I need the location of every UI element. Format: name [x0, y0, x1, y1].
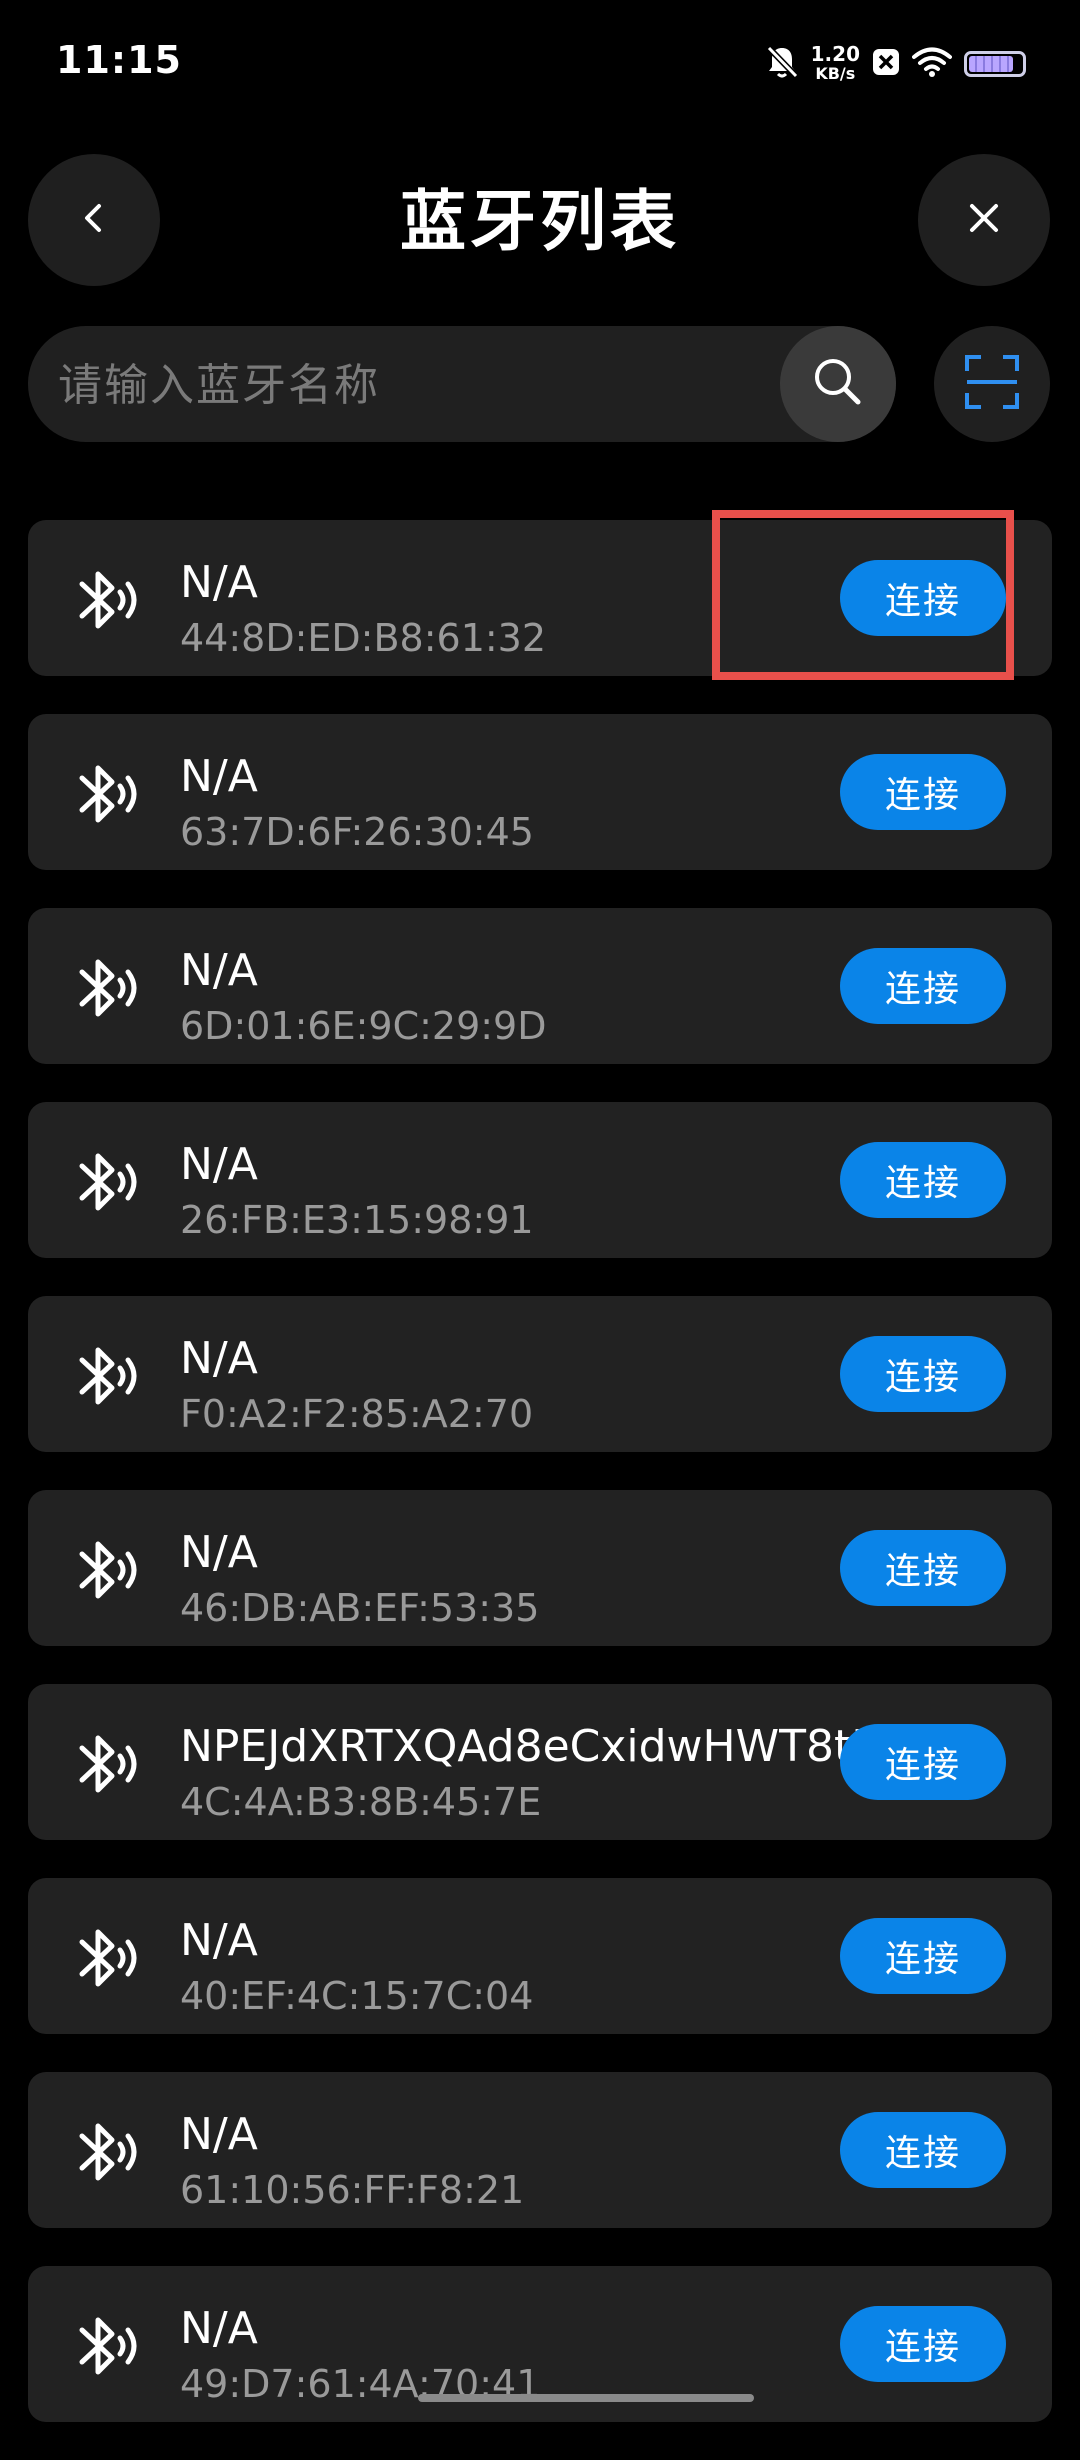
scan-button[interactable]: [934, 326, 1050, 442]
device-card[interactable]: N/A 44:8D:ED:B8:61:32 连接: [28, 520, 1052, 676]
connect-button[interactable]: 连接: [840, 2306, 1006, 2382]
status-icons: 1.20 KB/s: [765, 40, 1026, 88]
device-card[interactable]: N/A 63:7D:6F:26:30:45 连接: [28, 714, 1052, 870]
network-speed-value: 1.20: [810, 42, 860, 66]
scan-icon: [963, 353, 1021, 415]
connect-button[interactable]: 连接: [840, 1336, 1006, 1412]
search-icon: [808, 352, 868, 416]
connect-button[interactable]: 连接: [840, 560, 1006, 636]
device-name: N/A: [180, 557, 258, 608]
bluetooth-icon: [68, 560, 148, 640]
device-mac-address: 61:10:56:FF:F8:21: [180, 2168, 525, 2212]
bluetooth-icon: [68, 1918, 148, 1998]
search-bar: [28, 326, 896, 444]
device-name: N/A: [180, 945, 258, 996]
close-box-icon: [872, 47, 900, 81]
bluetooth-icon: [68, 2112, 148, 2192]
device-mac-address: 40:EF:4C:15:7C:04: [180, 1974, 534, 2018]
device-card[interactable]: N/A 61:10:56:FF:F8:21 连接: [28, 2072, 1052, 2228]
connect-button[interactable]: 连接: [840, 1918, 1006, 1994]
connect-button[interactable]: 连接: [840, 1724, 1006, 1800]
wifi-icon: [912, 46, 952, 82]
device-name: N/A: [180, 1333, 258, 1384]
bluetooth-icon: [68, 1142, 148, 1222]
device-mac-address: 4C:4A:B3:8B:45:7E: [180, 1780, 542, 1824]
status-bar: 11:15 1.20 KB/s: [0, 0, 1080, 120]
device-card[interactable]: N/A 6D:01:6E:9C:29:9D 连接: [28, 908, 1052, 1064]
bluetooth-icon: [68, 1724, 148, 1804]
bluetooth-icon: [68, 754, 148, 834]
battery-icon: [964, 51, 1026, 77]
search-input[interactable]: [56, 326, 780, 444]
bluetooth-icon: [68, 1336, 148, 1416]
bluetooth-icon: [68, 2306, 148, 2386]
connect-button[interactable]: 连接: [840, 1530, 1006, 1606]
device-card[interactable]: N/A 26:FB:E3:15:98:91 连接: [28, 1102, 1052, 1258]
search-button[interactable]: [780, 326, 896, 442]
device-mac-address: F0:A2:F2:85:A2:70: [180, 1392, 534, 1436]
device-name: N/A: [180, 2303, 258, 2354]
device-name: NPEJdXRTXQAd8eCxidwHWT8tM: [180, 1721, 870, 1772]
connect-button[interactable]: 连接: [840, 1142, 1006, 1218]
device-mac-address: 63:7D:6F:26:30:45: [180, 810, 534, 854]
device-card[interactable]: N/A F0:A2:F2:85:A2:70 连接: [28, 1296, 1052, 1452]
close-icon: [964, 198, 1004, 242]
device-mac-address: 6D:01:6E:9C:29:9D: [180, 1004, 547, 1048]
connect-button[interactable]: 连接: [840, 948, 1006, 1024]
connect-button[interactable]: 连接: [840, 754, 1006, 830]
device-name: N/A: [180, 1139, 258, 1190]
bluetooth-icon: [68, 1530, 148, 1610]
device-name: N/A: [180, 751, 258, 802]
close-button[interactable]: [918, 154, 1050, 286]
network-speed: 1.20 KB/s: [811, 44, 860, 84]
battery-level: [969, 56, 1014, 72]
device-name: N/A: [180, 2109, 258, 2160]
bluetooth-icon: [68, 948, 148, 1028]
bell-off-icon: [765, 44, 799, 84]
device-list: N/A 44:8D:ED:B8:61:32 连接 N/A 63:7D:6F:26:30:…: [28, 520, 1052, 2460]
network-speed-unit: KB/s: [815, 64, 856, 83]
home-indicator: [418, 2394, 754, 2402]
device-mac-address: 46:DB:AB:EF:53:35: [180, 1586, 540, 1630]
device-name: N/A: [180, 1527, 258, 1578]
device-card[interactable]: NPEJdXRTXQAd8eCxidwHWT8tM 4C:4A:B3:8B:45:…: [28, 1684, 1052, 1840]
device-mac-address: 26:FB:E3:15:98:91: [180, 1198, 534, 1242]
device-card[interactable]: N/A 46:DB:AB:EF:53:35 连接: [28, 1490, 1052, 1646]
device-card[interactable]: N/A 40:EF:4C:15:7C:04 连接: [28, 1878, 1052, 2034]
connect-button[interactable]: 连接: [840, 2112, 1006, 2188]
device-name: N/A: [180, 1915, 258, 1966]
status-time: 11:15: [56, 38, 182, 82]
device-mac-address: 44:8D:ED:B8:61:32: [180, 616, 547, 660]
